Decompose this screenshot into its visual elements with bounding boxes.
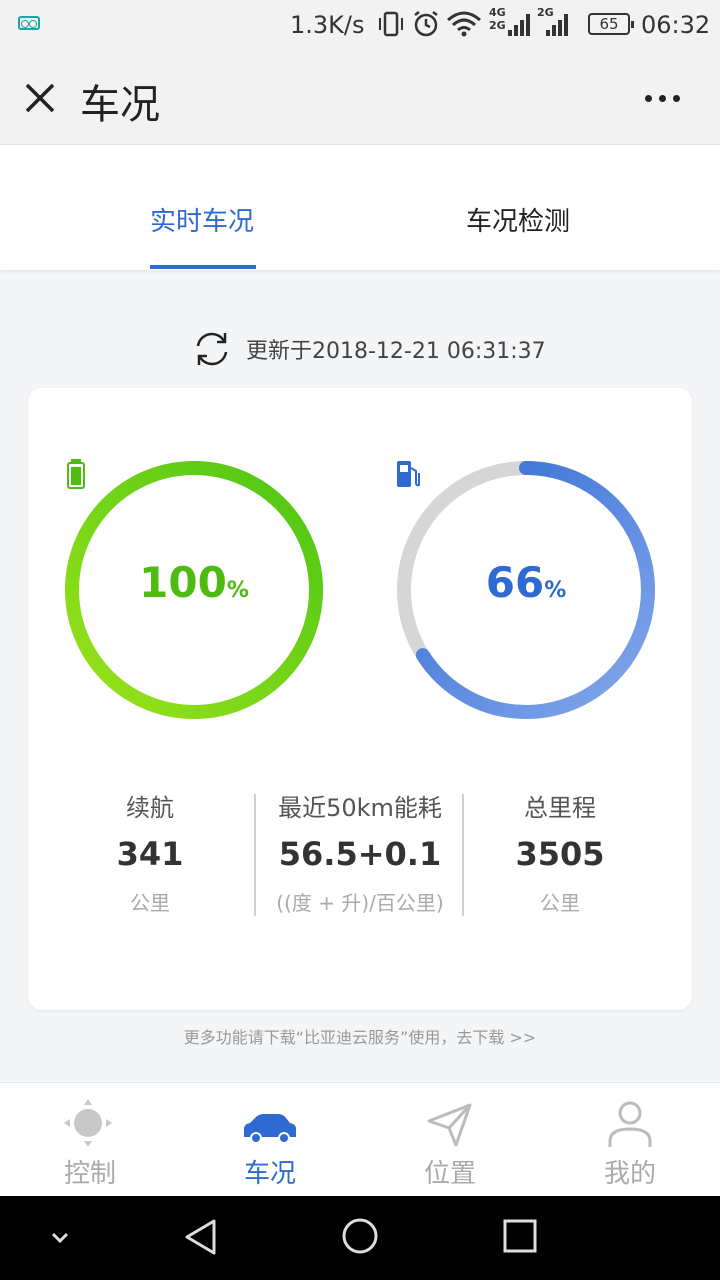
range-value: 341 xyxy=(116,835,184,873)
status-bar: 1.3K/s 4G 2G 2G 65 06:32 xyxy=(0,0,720,50)
nav-item-vehicle-status[interactable]: 车况 xyxy=(180,1083,360,1197)
joystick-icon xyxy=(64,1099,112,1147)
network-speed: 1.3K/s xyxy=(290,11,365,39)
stat-divider xyxy=(462,794,464,916)
vibrate-icon xyxy=(379,11,403,37)
system-navigation-bar xyxy=(0,1196,720,1280)
total-mileage-label: 总里程 xyxy=(524,794,596,822)
network-4g-label: 4G xyxy=(489,6,506,19)
fuel-percent-unit: % xyxy=(544,578,567,603)
active-tab-indicator xyxy=(150,265,256,269)
total-mileage-unit: 公里 xyxy=(540,891,580,915)
stat-divider xyxy=(254,794,256,916)
energy-unit: ((度 + 升)/百公里) xyxy=(276,891,444,915)
signal-icon xyxy=(508,14,530,36)
energy-label: 最近50km能耗 xyxy=(278,794,442,822)
page-title: 车况 xyxy=(80,82,160,128)
network-2g-label: 2G xyxy=(489,19,506,32)
title-bar: 车况 xyxy=(0,50,720,145)
nav-label-vehicle-status: 车况 xyxy=(243,1159,296,1189)
home-icon[interactable] xyxy=(340,1216,380,1256)
back-icon[interactable] xyxy=(180,1216,222,1258)
nav-item-location[interactable]: 位置 xyxy=(360,1083,540,1197)
refresh-icon[interactable] xyxy=(192,330,232,368)
range-unit: 公里 xyxy=(130,891,170,915)
battery-level-value: 100% xyxy=(62,558,326,607)
total-mileage-stat: 总里程 3505 公里 xyxy=(490,788,630,916)
battery-gauge: 100% xyxy=(62,458,326,722)
location-arrow-icon xyxy=(427,1103,472,1147)
nav-item-control[interactable]: 控制 xyxy=(0,1083,180,1197)
tab-vehicle-check[interactable]: 车况检测 xyxy=(466,201,570,238)
update-row[interactable]: 更新于2018-12-21 06:31:37 xyxy=(192,330,546,368)
alarm-icon xyxy=(414,11,438,37)
person-icon xyxy=(608,1101,652,1147)
range-stat: 续航 341 公里 xyxy=(88,788,212,916)
close-icon[interactable] xyxy=(18,76,62,120)
chevron-down-icon[interactable] xyxy=(46,1224,74,1252)
more-menu-button[interactable] xyxy=(636,78,688,118)
last-update-time: 更新于2018-12-21 06:31:37 xyxy=(246,339,546,364)
fuel-percent: 66 xyxy=(485,558,545,607)
download-app-link[interactable]: 更多功能请下载“比亚迪云服务”使用，去下载 >> xyxy=(0,1024,720,1048)
clock: 06:32 xyxy=(641,11,711,39)
tab-realtime-status[interactable]: 实时车况 xyxy=(150,201,254,238)
signal-icon-second xyxy=(546,14,568,36)
battery-percent-unit: % xyxy=(226,578,249,603)
vehicle-status-card: 100% 66% 续航 341 公里 最近50km能耗 56.5+0.1 ((度… xyxy=(28,388,692,1010)
bottom-navigation: 控制 车况 位置 我的 xyxy=(0,1082,720,1196)
battery-icon xyxy=(67,459,85,489)
more-dot-icon xyxy=(672,94,680,102)
range-label: 续航 xyxy=(126,794,174,822)
battery-indicator: 65 xyxy=(588,13,634,35)
more-dot-icon xyxy=(658,94,666,102)
recent-apps-icon[interactable] xyxy=(500,1216,540,1256)
wifi-icon xyxy=(447,11,481,37)
fuel-level-value: 66% xyxy=(394,558,658,607)
car-icon xyxy=(244,1114,296,1144)
nav-item-mine[interactable]: 我的 xyxy=(540,1083,720,1197)
fuel-pump-icon xyxy=(397,461,420,487)
energy-value: 56.5+0.1 xyxy=(278,835,442,873)
total-mileage-value: 3505 xyxy=(515,835,605,873)
battery-percent: 100 xyxy=(139,558,227,607)
fuel-gauge: 66% xyxy=(394,458,658,722)
nav-label-location: 位置 xyxy=(423,1159,476,1189)
stats-row: 续航 341 公里 最近50km能耗 56.5+0.1 ((度 + 升)/百公里… xyxy=(28,788,692,918)
nav-label-mine: 我的 xyxy=(603,1159,656,1189)
energy-stat: 最近50km能耗 56.5+0.1 ((度 + 升)/百公里) xyxy=(260,788,460,916)
nav-label-control: 控制 xyxy=(63,1159,116,1189)
voicemail-icon xyxy=(18,16,40,30)
more-dot-icon xyxy=(644,94,652,102)
tab-bar: 实时车况 车况检测 xyxy=(0,145,720,270)
